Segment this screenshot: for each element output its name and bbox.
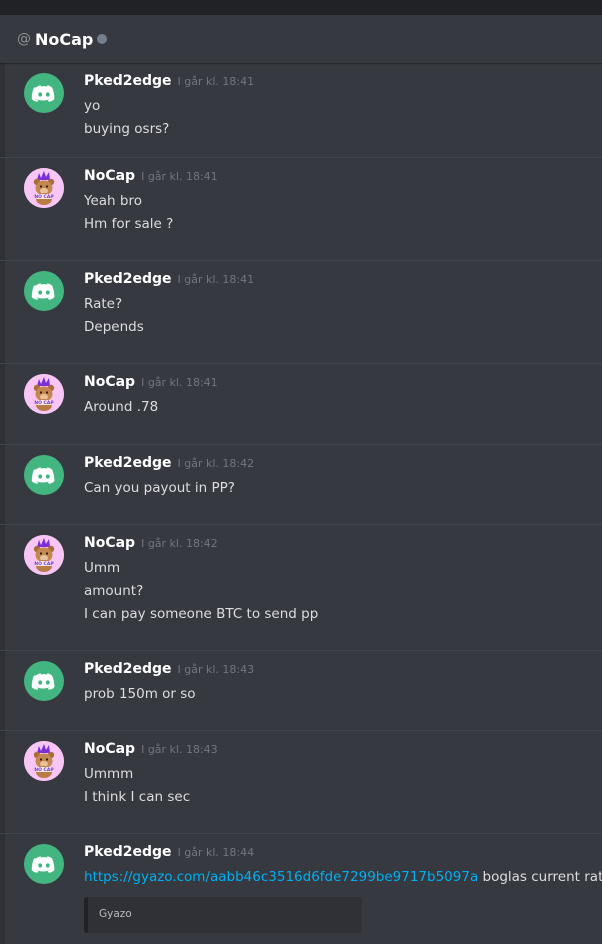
timestamp: I går kl. 18:42 (177, 457, 255, 470)
svg-text:NO CAP: NO CAP (34, 767, 54, 773)
window-top-strip (0, 0, 602, 15)
nocap-bear-avatar-icon[interactable]: NO CAP (24, 374, 64, 414)
at-icon: @ (17, 31, 31, 47)
message-line: Around .78 (84, 399, 159, 415)
username[interactable]: Pked2edge (84, 455, 172, 471)
message-line: https://gyazo.com/aabb46c3516d6fde7299be… (84, 866, 602, 889)
message-line: yo (84, 98, 101, 114)
discord-avatar-icon[interactable] (24, 73, 64, 113)
username[interactable]: Pked2edge (84, 73, 172, 89)
svg-text:NO CAP: NO CAP (34, 561, 54, 567)
timestamp: I går kl. 18:41 (141, 376, 218, 389)
message: NO CAP NoCap I går kl. 18:42 Umm amount? … (0, 524, 602, 650)
message-line: prob 150m or so (84, 686, 196, 702)
discord-avatar-icon[interactable] (24, 271, 64, 311)
discord-avatar-icon[interactable] (24, 661, 64, 701)
timestamp: I går kl. 18:43 (177, 663, 255, 676)
message: Pked2edge I går kl. 18:42 Can you payout … (0, 444, 602, 524)
svg-text:NO CAP: NO CAP (34, 194, 54, 200)
nocap-bear-avatar-icon[interactable]: NO CAP (24, 168, 64, 208)
username[interactable]: Pked2edge (84, 844, 172, 860)
message: Pked2edge I går kl. 18:41 Rate? Depends (0, 260, 602, 363)
timestamp: I går kl. 18:41 (177, 273, 255, 286)
message: NO CAP NoCap I går kl. 18:41 Yeah bro Hm … (0, 157, 602, 260)
message: NO CAP NoCap I går kl. 18:41 Around .78 (0, 363, 602, 444)
timestamp: I går kl. 18:44 (177, 846, 255, 859)
timestamp: I går kl. 18:42 (141, 537, 218, 550)
timestamp: I går kl. 18:41 (141, 170, 218, 183)
message: Pked2edge I går kl. 18:43 prob 150m or so (0, 650, 602, 730)
embed-provider[interactable]: Gyazo (99, 908, 132, 920)
username[interactable]: NoCap (84, 168, 135, 184)
message-line: Hm for sale ? (84, 216, 174, 232)
channel-header: @ NoCap (0, 15, 602, 63)
dm-recipient-name[interactable]: NoCap (35, 30, 93, 49)
username[interactable]: NoCap (84, 535, 135, 551)
username[interactable]: Pked2edge (84, 271, 172, 287)
nocap-bear-avatar-icon[interactable]: NO CAP (24, 741, 64, 781)
message-line: I can pay someone BTC to send pp (84, 606, 319, 622)
link-embed[interactable]: Gyazo (84, 897, 362, 933)
message: Pked2edge I går kl. 18:44 https://gyazo.c… (0, 833, 602, 944)
offline-status-icon (97, 34, 108, 44)
gyazo-link[interactable]: https://gyazo.com/aabb46c3516d6fde7299be… (84, 869, 478, 885)
timestamp: I går kl. 18:43 (141, 743, 218, 756)
message-line: Rate? (84, 296, 123, 312)
username[interactable]: Pked2edge (84, 661, 172, 677)
message-list[interactable]: Pked2edge I går kl. 18:41 yo buying osrs?… (0, 63, 602, 944)
link-suffix-text: boglas current rate (478, 869, 602, 885)
message: Pked2edge I går kl. 18:41 yo buying osrs? (0, 63, 602, 157)
message-line: Can you payout in PP? (84, 480, 235, 496)
message-line: Depends (84, 319, 144, 335)
message: NO CAP NoCap I går kl. 18:43 Ummm I think… (0, 730, 602, 833)
username[interactable]: NoCap (84, 741, 135, 757)
nocap-bear-avatar-icon[interactable]: NO CAP (24, 535, 64, 575)
message-line: Ummm (84, 766, 134, 782)
message-line: Umm (84, 560, 121, 576)
message-line: amount? (84, 583, 144, 599)
username[interactable]: NoCap (84, 374, 135, 390)
message-line: I think I can sec (84, 789, 191, 805)
message-line: Yeah bro (84, 193, 142, 209)
discord-avatar-icon[interactable] (24, 844, 64, 884)
message-line: buying osrs? (84, 121, 170, 137)
discord-avatar-icon[interactable] (24, 455, 64, 495)
timestamp: I går kl. 18:41 (177, 75, 255, 88)
svg-text:NO CAP: NO CAP (34, 400, 54, 406)
